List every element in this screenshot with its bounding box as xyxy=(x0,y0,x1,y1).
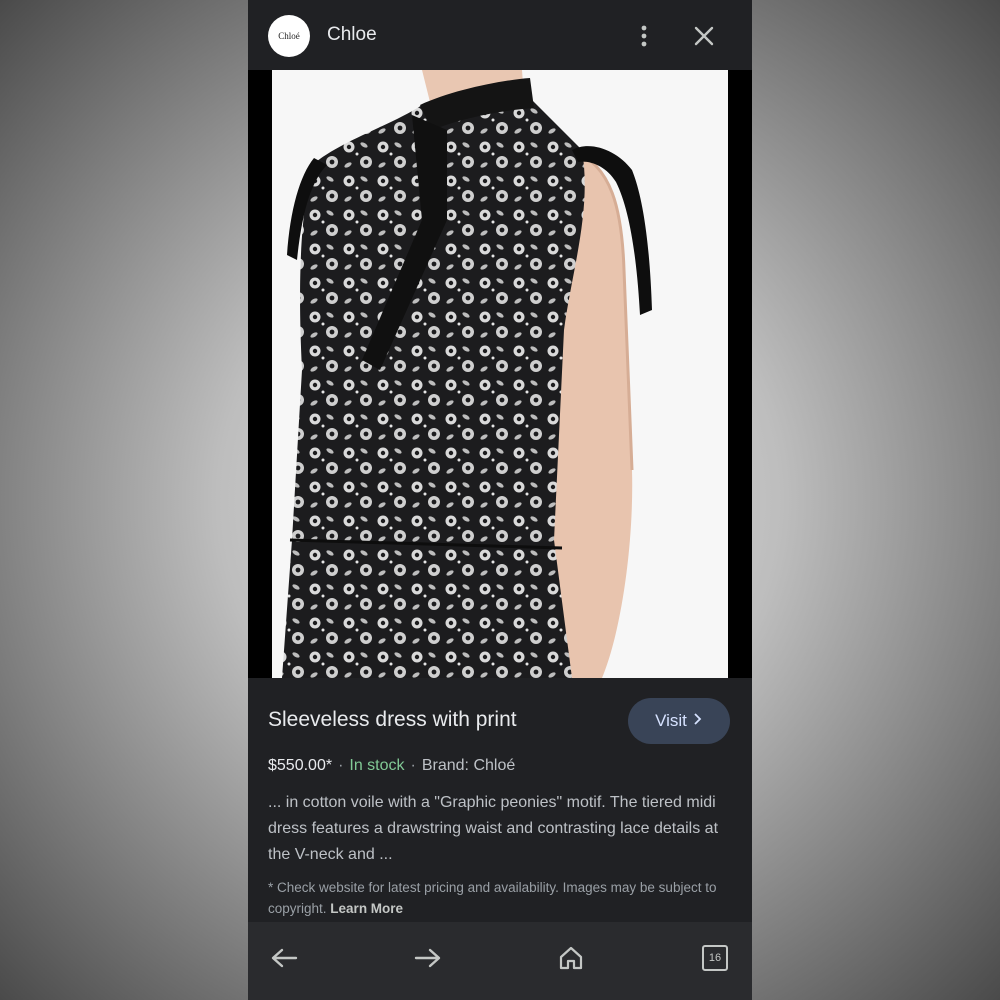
separator-dot: · xyxy=(338,757,344,774)
product-title[interactable]: Sleeveless dress with print xyxy=(268,708,517,732)
site-logo-text: Chloé xyxy=(278,31,300,41)
stock-status: In stock xyxy=(349,757,405,774)
learn-more-link[interactable]: Learn More xyxy=(330,901,403,916)
site-logo: Chloé xyxy=(268,15,310,57)
product-meta: $550.00* · In stock · Brand: Chloé xyxy=(268,757,515,775)
tabs-icon[interactable]: 16 xyxy=(693,936,737,980)
bottom-navigation: 16 xyxy=(248,922,752,1000)
product-description: ... in cotton voile with a "Graphic peon… xyxy=(268,794,719,863)
back-arrow-icon[interactable] xyxy=(262,936,306,980)
product-brand: Brand: Chloé xyxy=(421,757,516,774)
separator-dot: · xyxy=(410,757,416,774)
visit-button-label: Visit xyxy=(655,711,687,730)
more-vert-icon[interactable] xyxy=(634,22,654,50)
product-info: Sleeveless dress with print Visit $550.0… xyxy=(248,678,752,922)
top-bar: Chloé Chloe xyxy=(248,0,752,70)
forward-arrow-icon[interactable] xyxy=(406,936,450,980)
phone-screen: Chloé Chloe Sleeveless dress with print … xyxy=(248,0,752,1000)
product-image[interactable] xyxy=(272,70,728,678)
product-image-area xyxy=(248,70,752,678)
home-icon[interactable] xyxy=(549,936,593,980)
visit-button[interactable]: Visit xyxy=(628,698,730,744)
disclaimer: * Check website for latest pricing and a… xyxy=(268,877,738,919)
close-icon[interactable] xyxy=(692,24,716,48)
product-price: $550.00* xyxy=(268,757,333,774)
tab-count: 16 xyxy=(702,945,728,971)
chevron-right-icon xyxy=(693,711,703,731)
site-name[interactable]: Chloe xyxy=(327,24,377,46)
